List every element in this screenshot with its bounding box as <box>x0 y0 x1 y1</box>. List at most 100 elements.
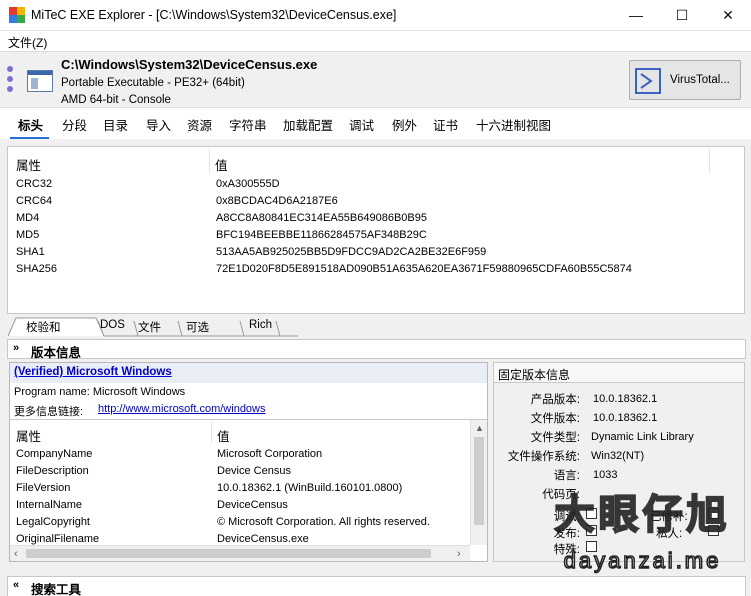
hash-value: A8CC8A80841EC314EA55B649086B0B95 <box>216 212 427 224</box>
hash-value: 0x8BCDAC4D6A2187E6 <box>216 195 338 207</box>
column-header-property[interactable]: 属性 <box>16 155 41 174</box>
main-tabs: 标头 分段 目录 导入 资源 字符串 加载配置 调试 例外 证书 十六进制视图 <box>0 107 751 139</box>
vertical-scrollbar[interactable]: ▲ <box>470 420 487 545</box>
column-divider <box>709 149 710 173</box>
hash-value: 513AA5AB925025BB5D9FDCC9AD2CA2BE32E6F959 <box>216 246 487 258</box>
file-path: C:\Windows\System32\DeviceCensus.exe <box>61 57 318 72</box>
tab-certificates[interactable]: 证书 <box>433 115 458 134</box>
menu-bar: 文件(Z) <box>0 31 751 51</box>
fixed-label: 文件版本: <box>530 413 580 425</box>
version-value: Device Census <box>217 465 291 477</box>
tab-hex-view[interactable]: 十六进制视图 <box>476 115 551 134</box>
hash-value: 72E1D020F8D5E891518AD090B51A635A620EA367… <box>216 263 632 275</box>
virustotal-label: VirusTotal... <box>670 74 730 86</box>
fixed-label: 语言: <box>553 470 580 482</box>
subtab-rich[interactable]: Rich <box>249 317 272 335</box>
minimize-button[interactable]: — <box>613 0 659 30</box>
hash-name: MD4 <box>16 212 40 224</box>
file-header: C:\Windows\System32\DeviceCensus.exe Por… <box>0 51 751 107</box>
subtab-optional[interactable]: 可选 <box>186 317 209 335</box>
version-key: CompanyName <box>16 448 93 460</box>
version-info-panel: (Verified) Microsoft Windows Program nam… <box>9 362 488 562</box>
version-value: DeviceCensus <box>217 499 288 511</box>
version-key: FileDescription <box>16 465 89 477</box>
executable-file-icon <box>27 70 53 92</box>
verified-link[interactable]: (Verified) Microsoft Windows <box>14 366 172 378</box>
hash-value: BFC194BEEBBE11866284575AF348B29C <box>216 229 427 241</box>
file-type: Portable Executable - PE32+ (64bit) <box>61 77 245 89</box>
tab-exceptions[interactable]: 例外 <box>392 115 417 134</box>
collapse-icon[interactable]: » <box>13 342 19 354</box>
version-key: LegalCopyright <box>16 516 90 528</box>
hash-name: SHA256 <box>16 263 57 275</box>
maximize-icon: ☐ <box>675 6 689 23</box>
tab-load-config[interactable]: 加载配置 <box>283 115 333 134</box>
minimize-icon: — <box>629 7 643 23</box>
close-button[interactable]: ✕ <box>705 0 751 30</box>
more-info-url[interactable]: http://www.microsoft.com/windows <box>98 403 266 415</box>
drag-handle[interactable] <box>7 66 15 96</box>
virustotal-icon <box>635 68 661 94</box>
hash-name: SHA1 <box>16 246 45 258</box>
fixed-label: 文件操作系统: <box>507 451 580 463</box>
watermark-url: dayanzai.me <box>563 547 722 574</box>
column-divider <box>211 421 212 443</box>
column-header-property[interactable]: 属性 <box>16 426 41 445</box>
hash-name: MD5 <box>16 229 40 241</box>
hash-value: 0xA300555D <box>216 178 280 190</box>
version-value: Microsoft Corporation <box>217 448 323 460</box>
scroll-thumb[interactable] <box>26 549 431 558</box>
version-key: OriginalFilename <box>16 533 100 545</box>
tab-header[interactable]: 标头 <box>18 115 43 134</box>
subtab-checksum[interactable]: 校验和 <box>26 317 61 335</box>
scroll-left-icon[interactable]: ‹ <box>14 548 18 560</box>
active-tab-indicator <box>10 137 49 139</box>
version-value: 10.0.18362.1 (WinBuild.160101.0800) <box>217 482 403 494</box>
scroll-right-icon[interactable]: › <box>457 548 461 560</box>
tab-debug[interactable]: 调试 <box>349 115 374 134</box>
version-strings-list[interactable]: 属性 值 CompanyName Microsoft Corporation F… <box>10 419 487 561</box>
close-icon: ✕ <box>722 6 734 23</box>
fixed-value: 10.0.18362.1 <box>593 393 658 405</box>
version-value: © Microsoft Corporation. All rights rese… <box>217 516 430 528</box>
scroll-thumb[interactable] <box>474 437 484 525</box>
column-header-value[interactable]: 值 <box>217 426 230 445</box>
fixed-label: 文件类型: <box>530 432 580 444</box>
header-subtabs: 校验和 DOS 文件 可选 Rich <box>0 317 751 337</box>
watermark-text: 大眼仔旭 <box>554 492 731 538</box>
more-info-label: 更多信息链接: <box>14 406 84 418</box>
watermark: 大眼仔旭 dayanzai.me <box>540 482 745 577</box>
tab-directories[interactable]: 目录 <box>103 115 128 134</box>
fixed-label: 产品版本: <box>530 394 580 406</box>
menu-file[interactable]: 文件(Z) <box>8 34 47 51</box>
fixed-value: 10.0.18362.1 <box>593 412 658 424</box>
window-title: MiTeC EXE Explorer - [C:\Windows\System3… <box>31 8 397 22</box>
hash-list[interactable]: 属性 值 CRC32 0xA300555D CRC64 0x8BCDAC4D6A… <box>7 146 745 314</box>
version-info-section[interactable]: » 版本信息 <box>7 339 746 360</box>
column-header-value[interactable]: 值 <box>215 155 228 174</box>
tab-sections[interactable]: 分段 <box>62 115 87 134</box>
search-tools-title: 搜索工具 <box>31 583 82 596</box>
scroll-up-icon[interactable]: ▲ <box>475 423 484 433</box>
search-tools-section[interactable]: « 搜索工具 <box>7 576 746 596</box>
subtab-dos[interactable]: DOS <box>100 317 125 335</box>
horizontal-scrollbar[interactable]: ‹ › <box>10 545 470 561</box>
fixed-version-title: 固定版本信息 <box>498 368 571 382</box>
subtab-file[interactable]: 文件 <box>138 317 161 335</box>
file-architecture: AMD 64-bit - Console <box>61 94 171 106</box>
fixed-value: Win32(NT) <box>591 450 645 462</box>
title-bar: MiTeC EXE Explorer - [C:\Windows\System3… <box>0 0 751 31</box>
program-name: Program name: Microsoft Windows <box>14 386 186 398</box>
maximize-button[interactable]: ☐ <box>659 0 705 30</box>
fixed-value: Dynamic Link Library <box>591 431 694 443</box>
tab-resources[interactable]: 资源 <box>187 115 212 134</box>
virustotal-button[interactable]: VirusTotal... <box>629 60 741 100</box>
expand-icon[interactable]: « <box>13 579 19 591</box>
tab-strings[interactable]: 字符串 <box>229 115 267 134</box>
column-divider <box>209 149 210 173</box>
version-key: FileVersion <box>16 482 71 494</box>
version-key: InternalName <box>16 499 83 511</box>
version-value: DeviceCensus.exe <box>217 533 309 545</box>
tab-imports[interactable]: 导入 <box>146 115 171 134</box>
app-icon <box>9 7 25 23</box>
